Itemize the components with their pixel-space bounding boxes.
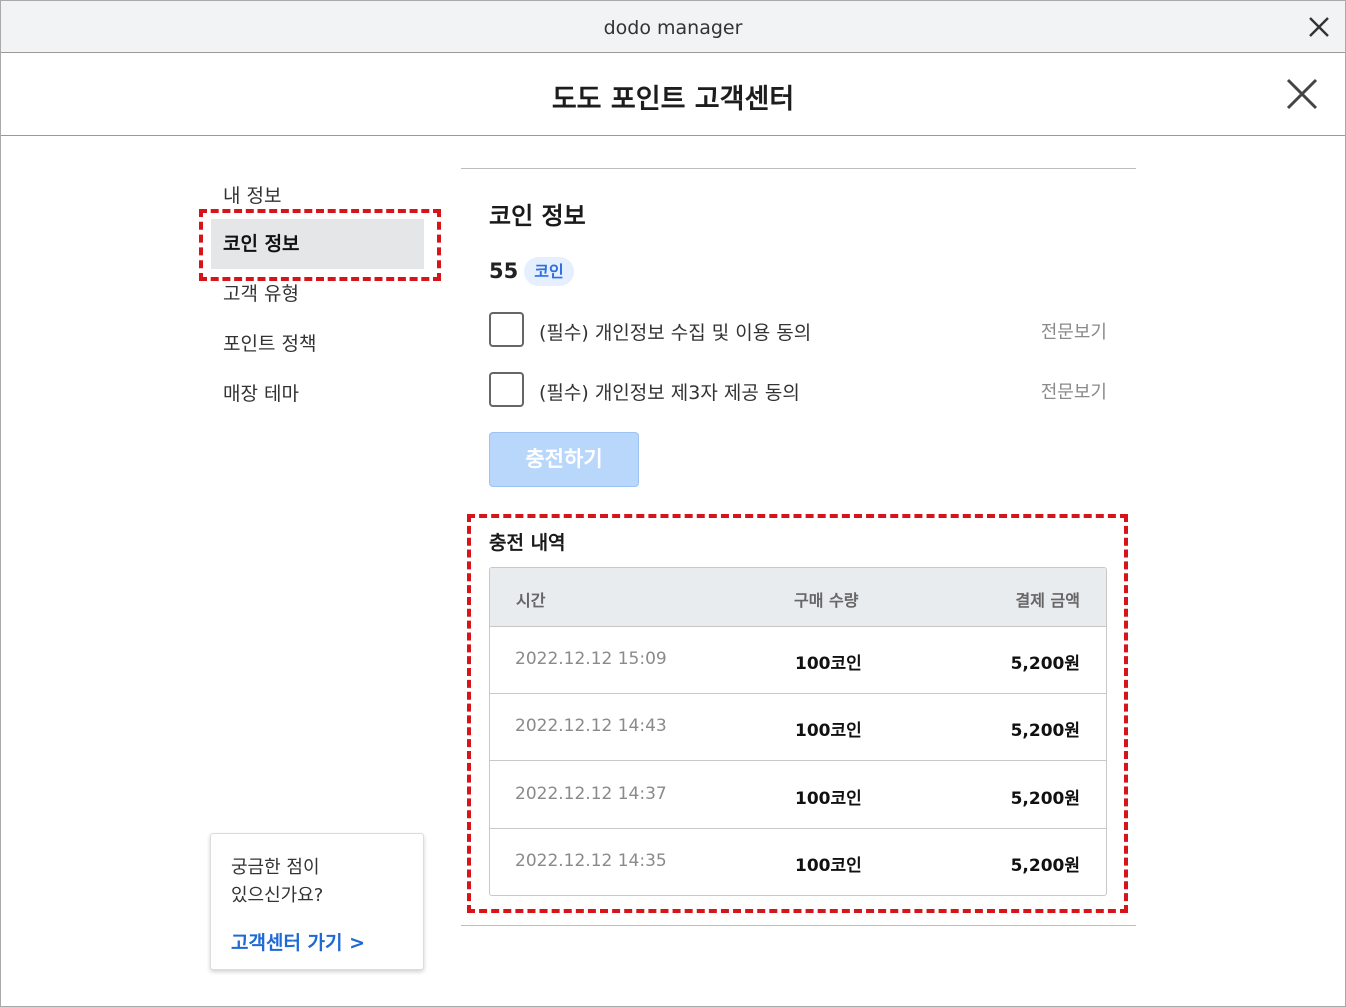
- view-full-text-link-third-party[interactable]: 전문보기: [1041, 378, 1107, 404]
- section-title: 코인 정보: [489, 202, 586, 230]
- sidebar-item-point-policy[interactable]: 포인트 정책: [211, 319, 424, 369]
- help-question: 궁금한 점이 있으신가요?: [231, 854, 411, 910]
- agreement-checkbox-collection[interactable]: [489, 312, 524, 347]
- help-center-link[interactable]: 고객센터 가기 >: [231, 928, 365, 955]
- divider-top: [461, 168, 1136, 169]
- agreement-row-third-party: (필수) 개인정보 제3자 제공 동의 전문보기: [489, 372, 1109, 408]
- agreement-row-collection: (필수) 개인정보 수집 및 이용 동의 전문보기: [489, 312, 1109, 348]
- coin-unit-badge: 코인: [524, 257, 574, 286]
- charge-button[interactable]: 충전하기: [489, 432, 639, 487]
- dialog-title: 도도 포인트 고객센터: [551, 84, 795, 115]
- window-titlebar: dodo manager: [1, 1, 1345, 53]
- dialog-close-icon[interactable]: [1285, 77, 1319, 111]
- help-question-line2: 있으신가요?: [231, 885, 324, 906]
- agreement-label-third-party: (필수) 개인정보 제3자 제공 동의: [539, 382, 800, 404]
- coin-amount: 55: [489, 259, 519, 283]
- help-question-line1: 궁금한 점이: [231, 857, 320, 878]
- view-full-text-link-collection[interactable]: 전문보기: [1041, 318, 1107, 344]
- window-close-icon[interactable]: [1305, 13, 1333, 41]
- sidebar-item-store-theme[interactable]: 매장 테마: [211, 369, 424, 419]
- help-card: 궁금한 점이 있으신가요? 고객센터 가기 >: [210, 833, 424, 970]
- agreement-label-collection: (필수) 개인정보 수집 및 이용 동의: [539, 322, 812, 344]
- window-title: dodo manager: [603, 17, 743, 39]
- dialog-header: 도도 포인트 고객센터: [1, 53, 1345, 136]
- app-window: dodo manager 도도 포인트 고객센터 내 정보 코인 정보 고객 유…: [0, 0, 1346, 1007]
- divider-bottom: [461, 925, 1136, 926]
- highlight-box-history: [467, 514, 1128, 913]
- highlight-box-sidebar: [199, 209, 441, 281]
- agreement-checkbox-third-party[interactable]: [489, 372, 524, 407]
